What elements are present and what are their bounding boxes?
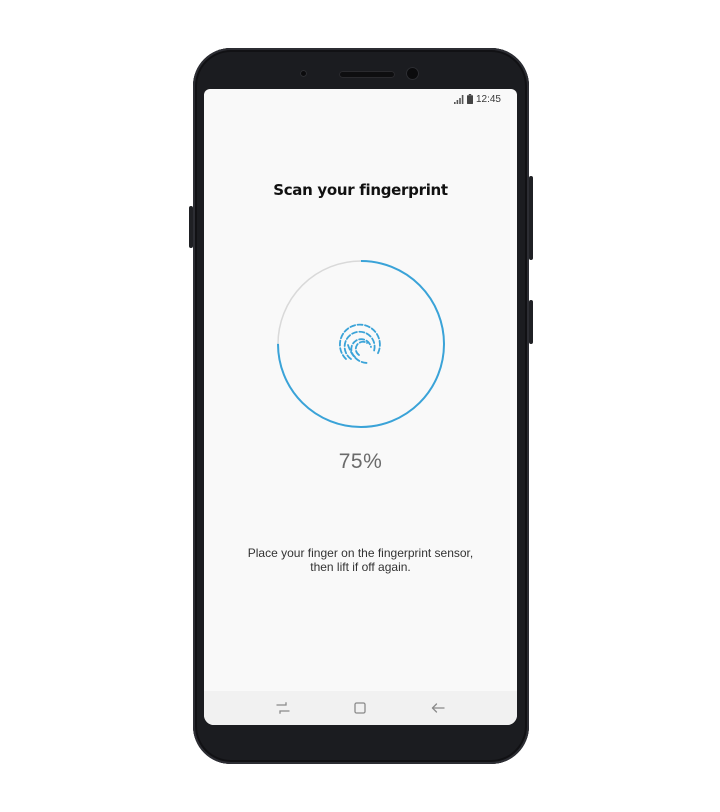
instruction-text: Place your finger on the fingerprint sen… (224, 546, 497, 574)
fingerprint-icon (339, 323, 381, 364)
fingerprint-progress-ring (277, 260, 445, 428)
home-icon[interactable] (354, 702, 367, 714)
power-button (529, 176, 533, 260)
navigation-bar (204, 691, 517, 725)
front-camera (406, 67, 419, 80)
instruction-line-2: then lift if off again. (310, 560, 411, 574)
earpiece-speaker (339, 71, 395, 78)
side-button (529, 300, 533, 344)
recent-apps-icon[interactable] (276, 702, 290, 714)
signal-icon (453, 94, 464, 104)
proximity-sensor (300, 70, 307, 77)
progress-percent: 75% (338, 450, 383, 473)
page-title: Scan your fingerprint (273, 181, 448, 199)
status-time: 12:45 (475, 93, 501, 105)
progress-ring-fill (277, 260, 445, 428)
instruction-line-1: Place your finger on the fingerprint sen… (247, 546, 474, 560)
phone-screen: 12:45 Scan your fingerprint 75% Place yo… (204, 89, 517, 725)
battery-icon (466, 94, 473, 104)
back-icon[interactable] (431, 702, 445, 714)
volume-button (189, 206, 193, 248)
status-bar: 12:45 (453, 93, 501, 105)
